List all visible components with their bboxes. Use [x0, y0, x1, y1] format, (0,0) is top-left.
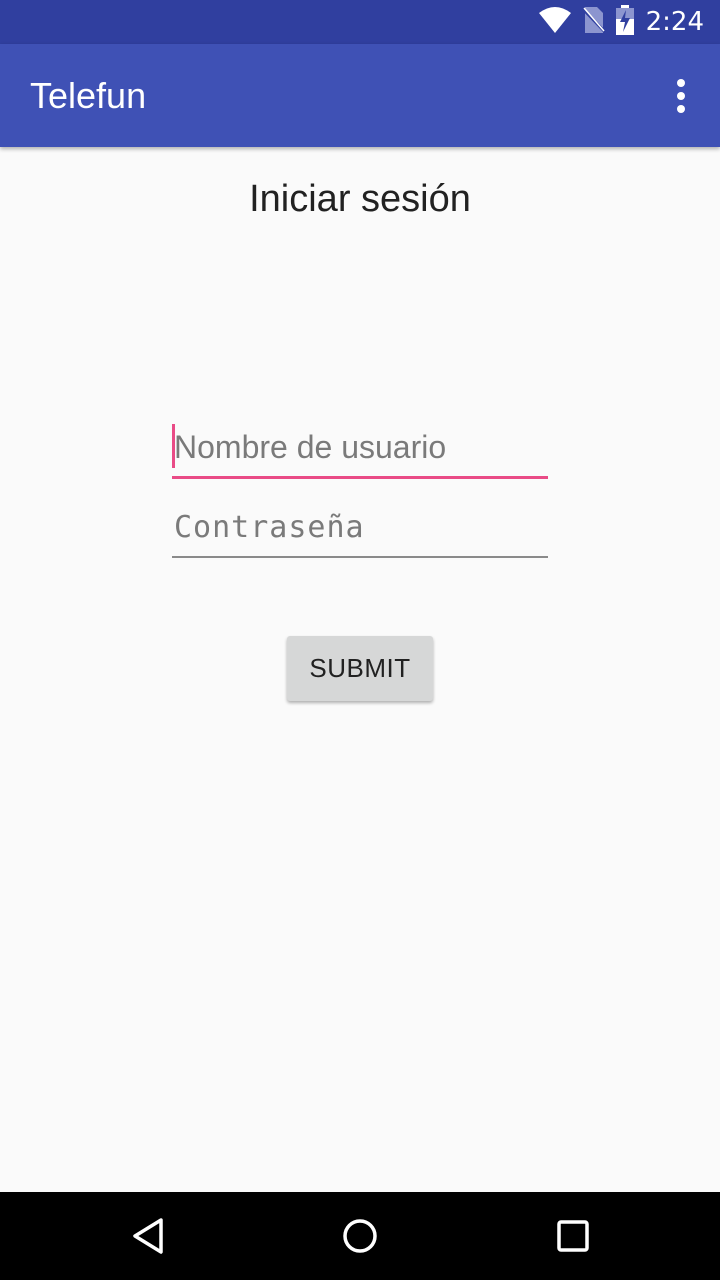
username-input[interactable] [172, 420, 548, 474]
overflow-dot [677, 92, 685, 100]
navigation-bar [0, 1192, 720, 1280]
submit-button[interactable]: SUBMIT [287, 636, 433, 701]
app-title: Telefun [30, 75, 147, 116]
status-icons: 2:24 [538, 0, 704, 44]
status-time: 2:24 [645, 7, 704, 37]
recents-icon[interactable] [543, 1206, 603, 1266]
text-cursor [172, 424, 175, 468]
page-title: Iniciar sesión [249, 178, 471, 220]
password-field-container [172, 500, 548, 558]
password-input[interactable] [172, 500, 548, 554]
no-sim-icon [581, 6, 606, 39]
battery-charging-icon [615, 4, 634, 40]
overflow-dot [677, 105, 685, 113]
home-icon[interactable] [330, 1206, 390, 1266]
status-bar: 2:24 [0, 0, 720, 44]
app-bar: Telefun [0, 44, 720, 147]
back-icon[interactable] [118, 1206, 178, 1266]
wifi-icon [538, 6, 572, 39]
overflow-dot [677, 79, 685, 87]
more-vert-icon[interactable] [656, 71, 706, 121]
username-field-container [172, 420, 548, 479]
